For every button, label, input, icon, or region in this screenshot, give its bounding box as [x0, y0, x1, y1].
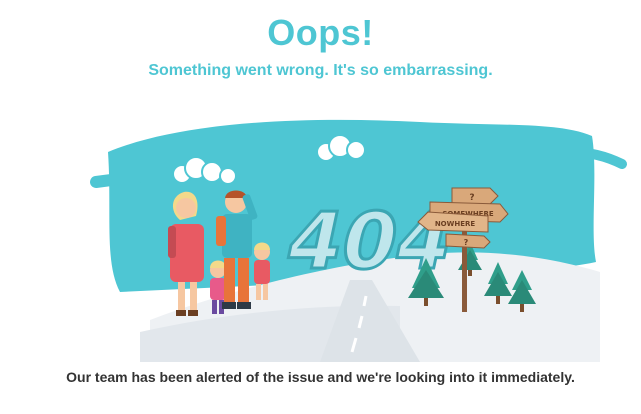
sign-top: ?	[451, 187, 499, 205]
svg-text:NOWHERE: NOWHERE	[435, 220, 476, 228]
status-message: Our team has been alerted of the issue a…	[66, 369, 575, 385]
page-subtitle: Something went wrong. It's so embarrassi…	[148, 62, 493, 79]
sign-bottom: ?	[445, 233, 491, 249]
sign-nowhere: NOWHERE	[417, 211, 489, 233]
error-404-illustration: 404 ? SOMEWHERE NOWHERE ?	[0, 92, 641, 362]
svg-text:?: ?	[469, 193, 474, 203]
svg-text:?: ?	[464, 238, 469, 247]
page-title: Oops!	[267, 12, 374, 53]
